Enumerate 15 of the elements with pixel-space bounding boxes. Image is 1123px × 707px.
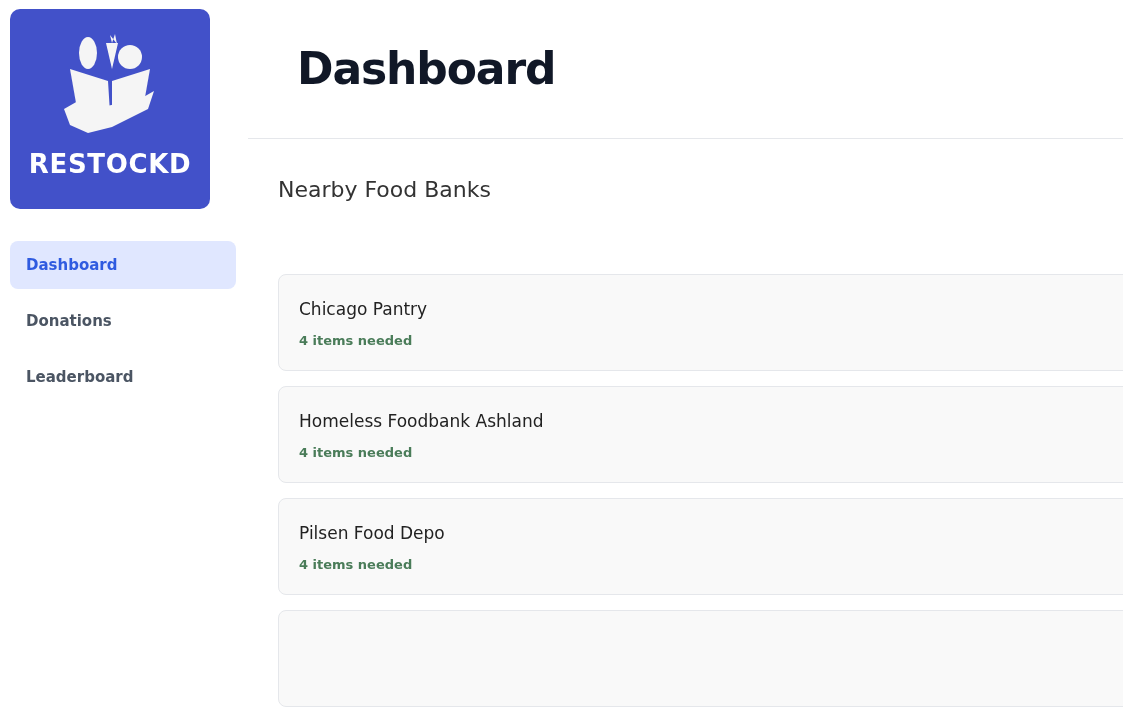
items-needed: 4 items needed bbox=[299, 443, 414, 462]
food-bank-name: Homeless Foodbank Ashland bbox=[299, 410, 545, 433]
food-bank-name: Pilsen Food Depo bbox=[299, 522, 446, 545]
sidebar-item[interactable]: Leaderboard bbox=[10, 353, 236, 401]
food-bank-name: Chicago Pantry bbox=[299, 298, 429, 321]
food-bank-card[interactable]: Chicago Pantry 4 items needed bbox=[278, 274, 1123, 371]
food-bank-card[interactable]: Pilsen Food Depo 4 items needed bbox=[278, 498, 1123, 595]
sidebar-item[interactable]: Dashboard bbox=[10, 241, 236, 289]
items-needed: 4 items needed bbox=[299, 555, 414, 574]
logo-text: RESTOCKD bbox=[28, 148, 192, 181]
section-title: Nearby Food Banks bbox=[278, 176, 492, 204]
page-title: Dashboard bbox=[297, 42, 556, 96]
sidebar-item[interactable]: Donations bbox=[10, 297, 236, 345]
food-bank-card[interactable]: Homeless Foodbank Ashland 4 items needed bbox=[278, 386, 1123, 483]
items-needed: 4 items needed bbox=[299, 331, 414, 350]
